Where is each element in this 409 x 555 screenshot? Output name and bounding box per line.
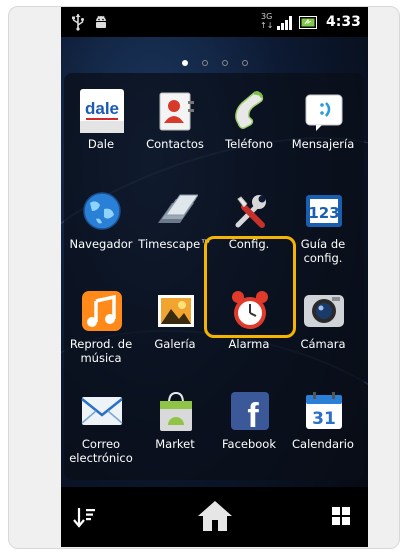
app-market[interactable]: Market	[138, 381, 212, 477]
highlight-box	[204, 236, 296, 338]
app-label: Correo electrónico	[69, 437, 133, 465]
app-grid-icon[interactable]	[332, 507, 350, 525]
app-mensajeria[interactable]: Mensajería	[286, 81, 360, 177]
app-guia-config[interactable]: 123 Guía de config.	[286, 181, 360, 277]
email-icon	[81, 397, 123, 425]
app-timescape[interactable]: Timescape™	[138, 181, 212, 277]
calendar-icon: 31	[306, 392, 342, 429]
timescape-icon	[158, 194, 198, 223]
status-clock: 4:33	[326, 14, 361, 30]
messaging-icon	[305, 94, 343, 131]
phone-icon	[235, 91, 264, 129]
app-label: Calendario	[292, 437, 354, 451]
facebook-logo-text: f	[247, 397, 259, 433]
network-3g-icon: 3G ↑↓	[260, 12, 274, 30]
page-dot	[241, 60, 248, 66]
app-label: Cámara	[300, 337, 346, 351]
app-label: Contactos	[146, 137, 204, 151]
app-label: Mensajería	[291, 137, 355, 151]
dock-bar	[61, 487, 368, 547]
app-drawer-panel: dale Dale Contactos Teléfono Mensajería …	[64, 73, 364, 480]
app-dale[interactable]: dale Dale	[64, 81, 138, 177]
browser-globe-icon	[83, 192, 121, 230]
download-sort-icon[interactable]	[71, 505, 97, 531]
facebook-icon: f	[231, 392, 269, 433]
signal-icon	[277, 16, 292, 30]
gallery-icon	[158, 295, 194, 327]
app-telefono[interactable]: Teléfono	[212, 81, 286, 177]
home-icon[interactable]	[195, 497, 235, 535]
page-dot-active	[181, 60, 188, 66]
music-player-icon	[82, 291, 122, 331]
status-bar: 3G ↑↓ 4:33	[61, 7, 368, 37]
network-type: 3G	[261, 12, 273, 21]
app-label: Teléfono	[225, 137, 273, 151]
app-correo[interactable]: Correo electrónico	[64, 381, 138, 477]
app-label: Galería	[154, 337, 196, 351]
usb-icon	[72, 14, 84, 31]
app-camara[interactable]: Cámara	[286, 281, 360, 377]
calendar-logo-text: 31	[312, 409, 336, 429]
app-facebook[interactable]: f Facebook	[212, 381, 286, 477]
app-musica[interactable]: Reprod. de música	[64, 281, 138, 377]
app-label: Navegador	[69, 237, 133, 251]
app-calendario[interactable]: 31 Calendario	[286, 381, 360, 477]
battery-icon	[299, 16, 317, 29]
camera-icon	[304, 295, 344, 327]
app-label: Dale	[87, 137, 115, 151]
phone-screen: 3G ↑↓ 4:33 dale Dale Contactos Teléfono …	[61, 7, 368, 547]
contacts-icon	[159, 92, 194, 131]
dale-logo-text: dale	[85, 99, 119, 118]
app-label: Reprod. de música	[69, 337, 133, 365]
page-dot	[201, 60, 208, 66]
page-dot	[221, 60, 228, 66]
app-label: Alarma	[228, 337, 270, 351]
market-bag-icon	[160, 391, 192, 431]
app-navegador[interactable]: Navegador	[64, 181, 138, 277]
dale-icon: dale	[80, 89, 124, 133]
setup-guide-logo-text: 123	[308, 204, 339, 222]
setup-guide-icon: 123	[306, 195, 342, 227]
app-label: Facebook	[221, 437, 277, 451]
settings-tools-icon	[235, 195, 266, 228]
android-debug-icon	[96, 15, 106, 28]
app-label: Market	[155, 437, 195, 451]
app-contactos[interactable]: Contactos	[138, 81, 212, 177]
app-galeria[interactable]: Galería	[138, 281, 212, 377]
page-indicator	[61, 51, 368, 70]
